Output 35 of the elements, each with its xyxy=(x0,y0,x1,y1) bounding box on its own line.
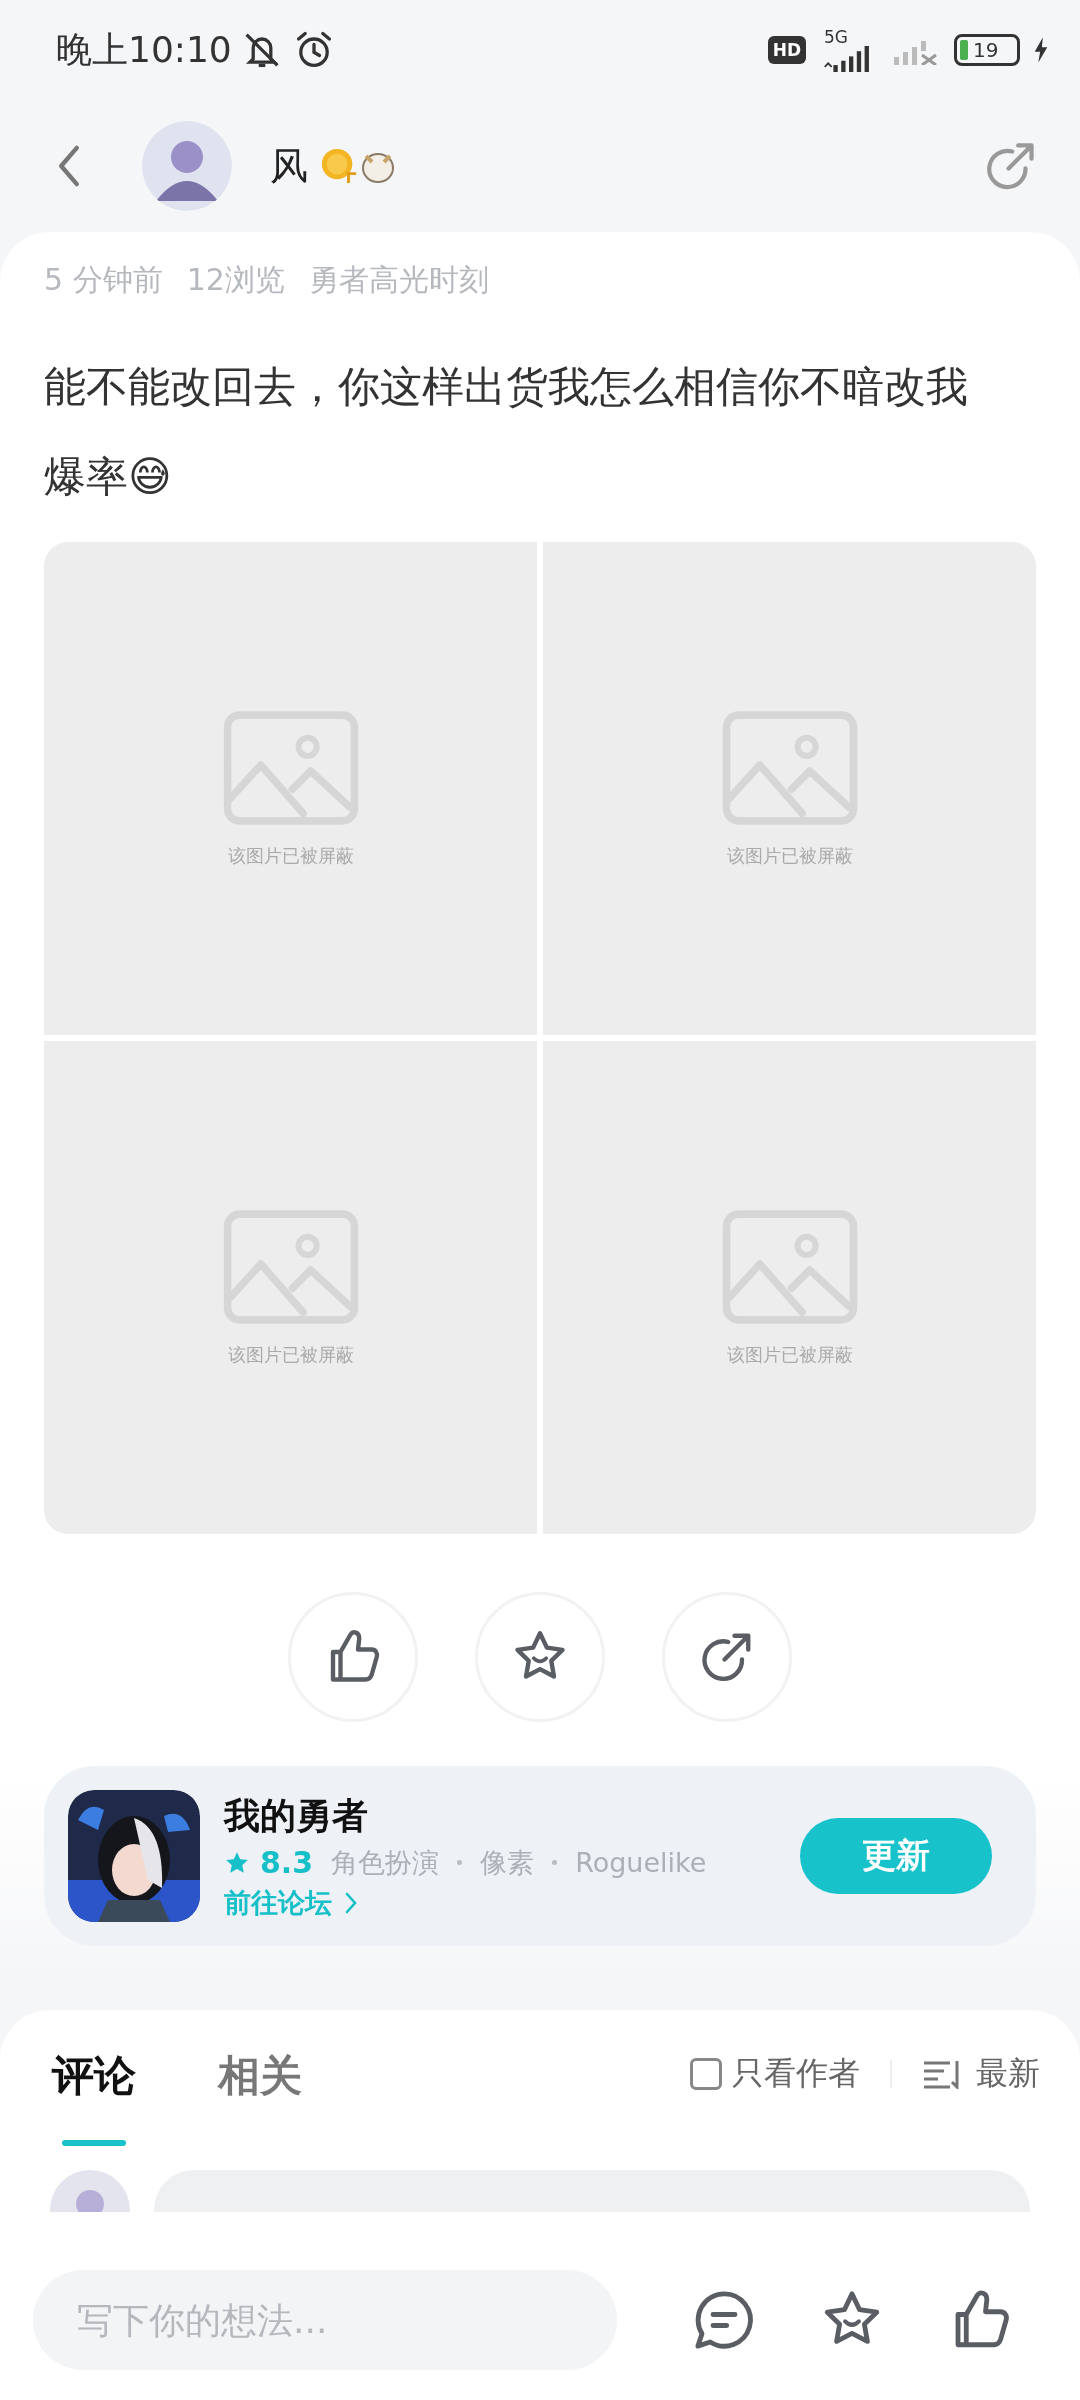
genre-tag: 角色扮演 xyxy=(331,1844,440,1881)
battery-level: 19 xyxy=(973,38,999,62)
separator-dot xyxy=(552,1860,558,1865)
sort-icon xyxy=(922,2059,962,2089)
rating-score: 8.3 xyxy=(260,1845,314,1880)
author-name[interactable]: 风 xyxy=(270,140,308,192)
back-icon[interactable] xyxy=(56,143,82,189)
sort-button[interactable]: 最新 xyxy=(922,2052,1040,2096)
battery-fill xyxy=(960,40,968,60)
separator-dot xyxy=(457,1860,463,1865)
blocked-notice: 该图片已被屏蔽 xyxy=(227,1342,354,1367)
network-type: 5G xyxy=(824,28,848,46)
author-only-checkbox[interactable]: 只看作者 xyxy=(690,2052,860,2096)
post-meta: 12浏览 xyxy=(186,260,285,299)
comment-input[interactable]: 写下你的想法... xyxy=(33,2270,617,2370)
image-placeholder-icon xyxy=(721,709,858,826)
blocked-notice: 该图片已被屏蔽 xyxy=(227,843,354,868)
avatar[interactable] xyxy=(142,121,232,211)
post-meta: 5 分钟前 xyxy=(44,260,163,299)
genre-tag: 像素 xyxy=(480,1844,535,1881)
image-placeholder-icon xyxy=(222,1208,359,1325)
chevron-right-icon xyxy=(344,1890,358,1915)
post-meta: 勇者高光时刻 xyxy=(308,260,489,299)
image-placeholder-icon xyxy=(721,1208,858,1325)
clock-time: 晚上10:10 xyxy=(56,27,232,72)
tab[interactable]: 评论 xyxy=(52,2002,136,2146)
blocked-notice: 该图片已被屏蔽 xyxy=(726,843,853,868)
blocked-notice: 该图片已被屏蔽 xyxy=(726,1342,853,1367)
coin-icon xyxy=(320,147,358,185)
hd-badge: HD xyxy=(767,36,806,64)
game-title: 我的勇者 xyxy=(224,1793,369,1838)
genre-tag: Roguelike xyxy=(575,1847,707,1878)
image-placeholder-icon xyxy=(222,709,359,826)
post-text: 能不能改回去，你这样出货我怎么相信你不暗改我爆率😅 xyxy=(44,361,969,503)
tab[interactable]: 相关 xyxy=(218,2002,302,2146)
